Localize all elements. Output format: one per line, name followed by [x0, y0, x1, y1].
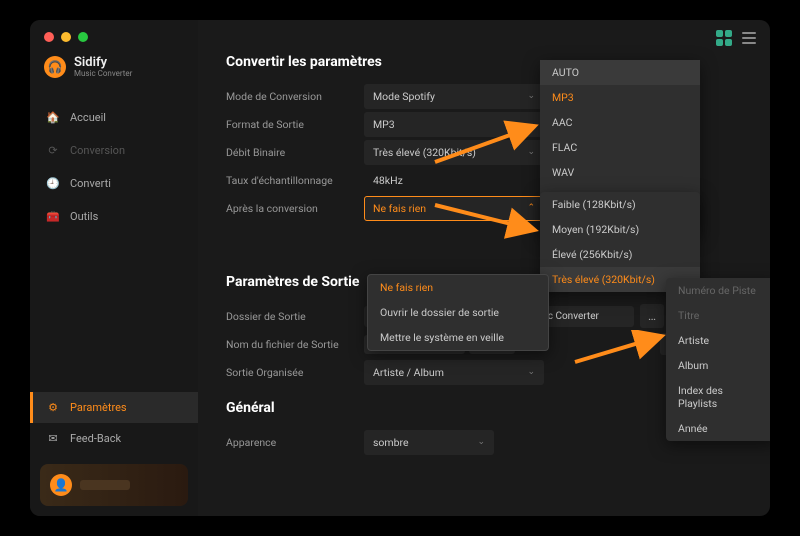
- fname-option[interactable]: Numéro de Piste: [666, 278, 770, 303]
- home-icon: 🏠: [46, 111, 60, 124]
- bitrate-value: Très élevé (320Kbit/s): [373, 146, 476, 159]
- chevron-down-icon: ⌄: [527, 147, 535, 157]
- username-redacted: [80, 480, 130, 490]
- format-option[interactable]: WAV: [540, 160, 700, 185]
- nav-converted[interactable]: 🕘 Converti: [30, 168, 198, 199]
- nav-label: Conversion: [70, 144, 125, 157]
- fname-option[interactable]: Artiste: [666, 328, 770, 353]
- window-controls: [44, 32, 88, 42]
- nav-settings[interactable]: ⚙ Paramètres: [30, 392, 198, 423]
- format-label: Format de Sortie: [226, 118, 364, 131]
- browse-button[interactable]: …: [640, 304, 664, 328]
- brand: 🎧 Sidify Music Converter: [30, 56, 198, 96]
- sample-label: Taux d'échantillonnage: [226, 174, 364, 187]
- app-window: 🎧 Sidify Music Converter 🏠 Accueil ⟳ Conve…: [30, 20, 770, 516]
- fname-label: Nom du fichier de Sortie: [226, 338, 364, 351]
- after-label: Après la conversion: [226, 202, 364, 215]
- after-dropdown[interactable]: Ne fais rien Ouvrir le dossier de sortie…: [367, 274, 549, 351]
- bitrate-option[interactable]: Élevé (256Kbit/s): [540, 242, 700, 267]
- after-option[interactable]: Ne fais rien: [368, 275, 548, 300]
- fname-option[interactable]: Titre: [666, 303, 770, 328]
- after-option[interactable]: Mettre le système en veille: [368, 325, 548, 350]
- nav-label: Converti: [70, 177, 111, 190]
- top-right-controls: [716, 30, 756, 46]
- maximize-icon[interactable]: [78, 32, 88, 42]
- fname-dropdown[interactable]: Numéro de Piste Titre Artiste Album Inde…: [666, 278, 770, 441]
- bitrate-option[interactable]: Moyen (192Kbit/s): [540, 217, 700, 242]
- grid-icon[interactable]: [716, 30, 732, 46]
- fname-option[interactable]: Album: [666, 353, 770, 378]
- close-icon[interactable]: [44, 32, 54, 42]
- chevron-down-icon: ⌄: [527, 367, 535, 377]
- sample-value: 48kHz: [364, 168, 544, 193]
- nav-feedback[interactable]: ✉ Feed-Back: [30, 423, 198, 454]
- user-card[interactable]: 👤: [40, 464, 188, 506]
- format-option[interactable]: FLAC: [540, 135, 700, 160]
- chevron-down-icon: ⌄: [527, 91, 535, 101]
- nav: 🏠 Accueil ⟳ Conversion 🕘 Converti 🧰 Outils: [30, 96, 198, 238]
- gear-icon: ⚙: [46, 401, 60, 414]
- bitrate-select[interactable]: Très élevé (320Kbit/s) ⌄: [364, 140, 544, 165]
- appearance-label: Apparence: [226, 436, 364, 449]
- nav-label: Accueil: [70, 111, 106, 124]
- org-value: Artiste / Album: [373, 366, 444, 379]
- nav-home[interactable]: 🏠 Accueil: [30, 102, 198, 133]
- after-option[interactable]: Ouvrir le dossier de sortie: [368, 300, 548, 325]
- nav-tools[interactable]: 🧰 Outils: [30, 201, 198, 232]
- nav-label: Outils: [70, 210, 98, 223]
- format-select[interactable]: MP3 ⌄: [364, 112, 544, 137]
- mode-select[interactable]: Mode Spotify ⌄: [364, 84, 544, 109]
- nav-conversion[interactable]: ⟳ Conversion: [30, 135, 198, 166]
- nav-label: Paramètres: [70, 401, 127, 414]
- refresh-icon: ⟳: [46, 144, 60, 157]
- sidebar: 🎧 Sidify Music Converter 🏠 Accueil ⟳ Conve…: [30, 20, 198, 516]
- format-option[interactable]: MP3: [540, 85, 700, 110]
- bitrate-option[interactable]: Faible (128Kbit/s): [540, 192, 700, 217]
- brand-name: Sidify: [74, 56, 132, 69]
- fname-option[interactable]: Année: [666, 416, 770, 441]
- mode-label: Mode de Conversion: [226, 90, 364, 103]
- nav-label: Feed-Back: [70, 432, 121, 445]
- menu-icon[interactable]: [742, 30, 756, 46]
- after-select[interactable]: Ne fais rien ⌃: [364, 196, 544, 221]
- bitrate-label: Débit Binaire: [226, 146, 364, 159]
- format-value: MP3: [373, 118, 395, 131]
- appearance-select[interactable]: sombre ⌄: [364, 430, 494, 455]
- mode-value: Mode Spotify: [373, 90, 435, 103]
- format-option[interactable]: AAC: [540, 110, 700, 135]
- chevron-up-icon: ⌃: [527, 203, 535, 213]
- fname-option[interactable]: Index des Playlists: [666, 378, 770, 416]
- bitrate-dropdown[interactable]: Faible (128Kbit/s) Moyen (192Kbit/s) Éle…: [540, 192, 700, 292]
- brand-subtitle: Music Converter: [74, 69, 132, 78]
- clock-icon: 🕘: [46, 177, 60, 190]
- org-select[interactable]: Artiste / Album ⌄: [364, 360, 544, 385]
- appearance-value: sombre: [373, 436, 409, 449]
- folder-label: Dossier de Sortie: [226, 310, 364, 323]
- avatar-icon: 👤: [50, 474, 72, 496]
- minimize-icon[interactable]: [61, 32, 71, 42]
- chevron-down-icon: ⌄: [527, 119, 535, 129]
- format-option[interactable]: AUTO: [540, 60, 700, 85]
- org-label: Sortie Organisée: [226, 366, 364, 379]
- mail-icon: ✉: [46, 432, 60, 445]
- app-logo-icon: 🎧: [44, 56, 66, 78]
- chevron-down-icon: ⌄: [477, 437, 485, 447]
- section-general-title: Général: [226, 400, 742, 416]
- after-value: Ne fais rien: [373, 202, 426, 215]
- toolbox-icon: 🧰: [46, 210, 60, 223]
